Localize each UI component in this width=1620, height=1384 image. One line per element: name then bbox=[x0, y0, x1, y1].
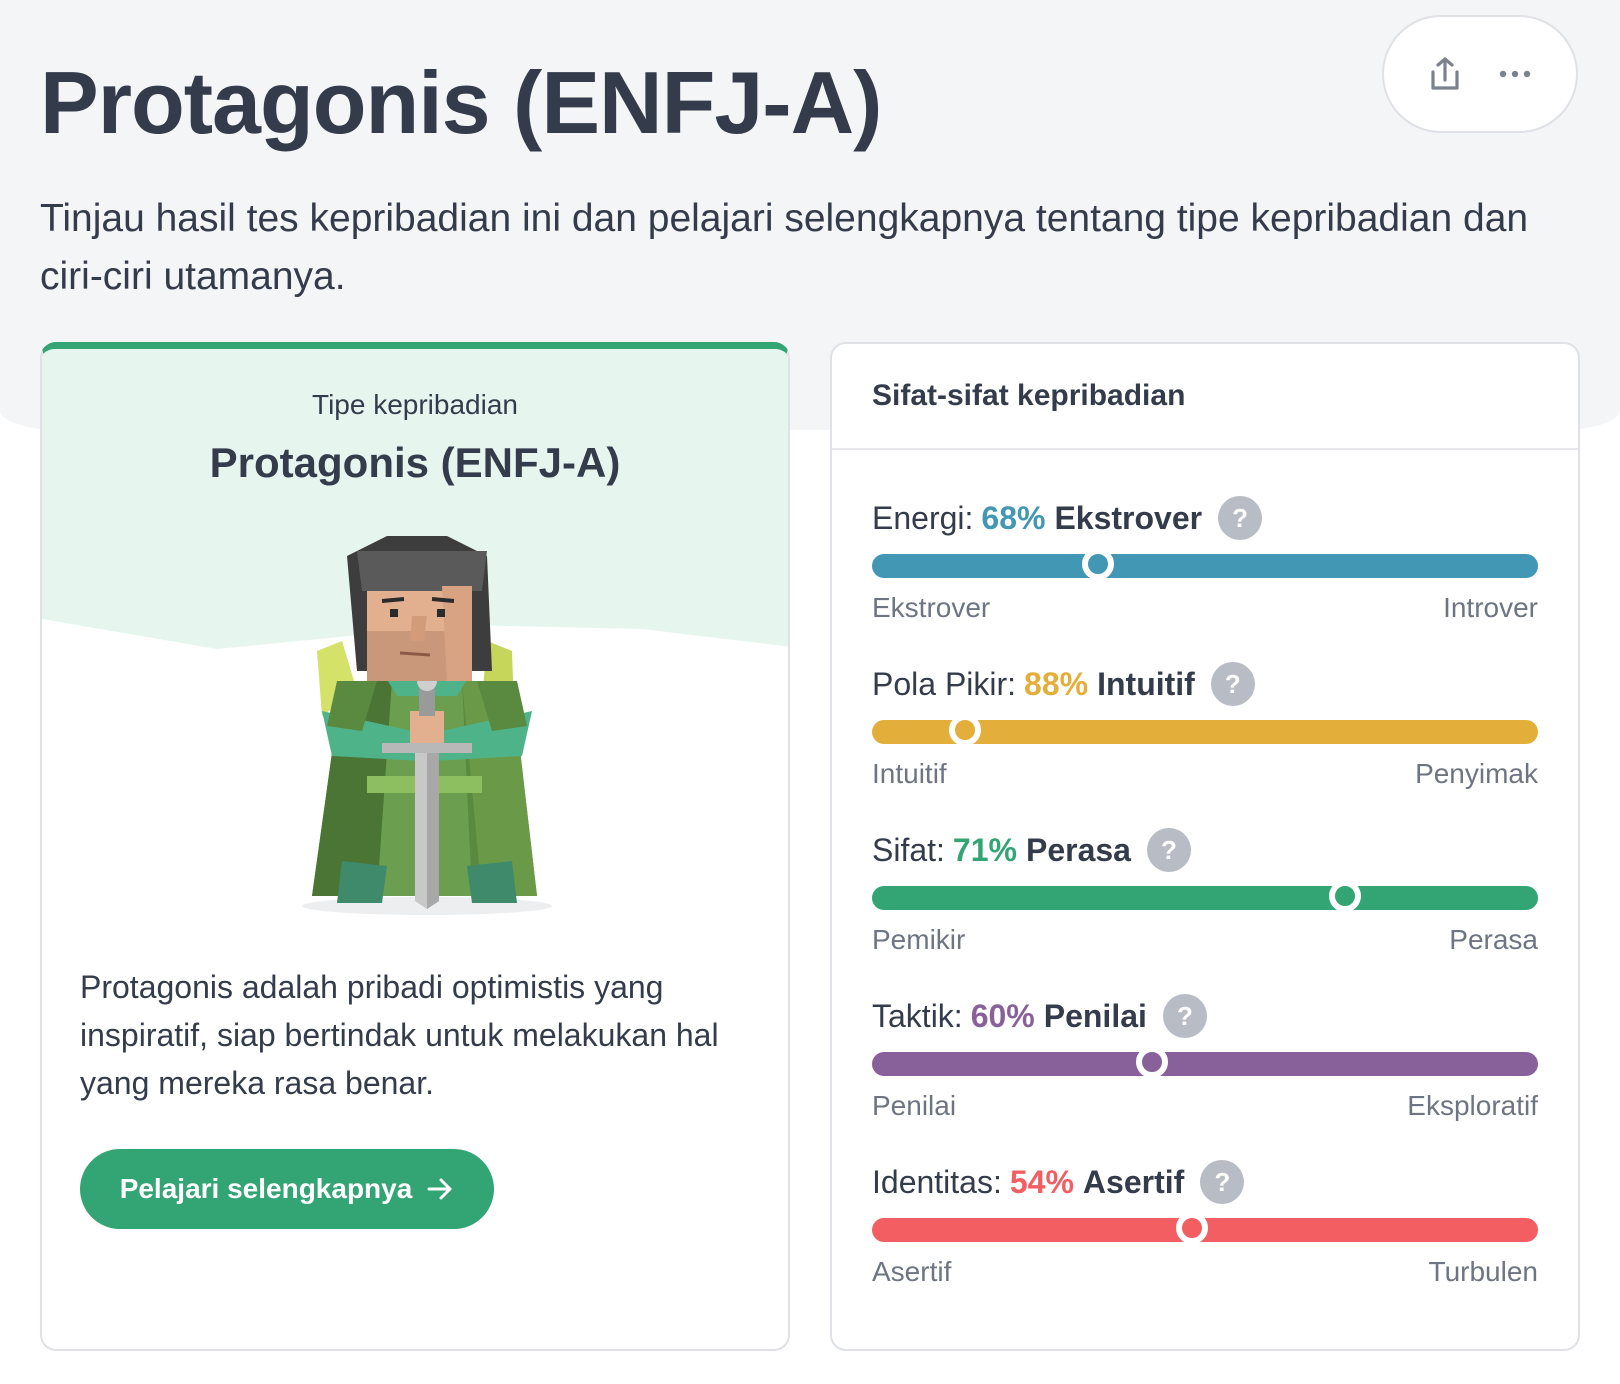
trait-right-pole: Perasa bbox=[1449, 924, 1538, 955]
trait-slider-knob[interactable] bbox=[1328, 880, 1361, 912]
more-horizontal-icon bbox=[1499, 70, 1531, 78]
trait-dominant: Penilai bbox=[1043, 997, 1147, 1034]
trait-right-pole: Turbulen bbox=[1428, 1256, 1538, 1287]
trait-slider-knob[interactable] bbox=[1082, 548, 1115, 580]
trait-percent: 68% bbox=[981, 499, 1046, 536]
trait-slider-knob[interactable] bbox=[949, 714, 982, 746]
help-icon[interactable]: ? bbox=[1146, 828, 1191, 872]
trait-label: Energi: bbox=[872, 499, 974, 536]
trait-percent: 71% bbox=[952, 831, 1017, 868]
personality-type-card: Tipe kepribadian Protagonis (ENFJ-A) Pro… bbox=[40, 342, 790, 1351]
share-icon bbox=[1431, 57, 1459, 90]
type-name: Protagonis (ENFJ-A) bbox=[209, 439, 621, 486]
trait-label: Pola Pikir: bbox=[872, 665, 1017, 702]
trait-nature: Sifat: 71% Perasa ? Pemikir Perasa bbox=[872, 826, 1538, 976]
trait-slider-track bbox=[872, 714, 1538, 746]
trait-label: Taktik: bbox=[872, 997, 963, 1034]
trait-label: Sifat: bbox=[872, 831, 945, 868]
help-icon[interactable]: ? bbox=[1210, 662, 1255, 706]
trait-dominant: Asertif bbox=[1082, 1163, 1185, 1200]
share-button[interactable] bbox=[1417, 46, 1473, 102]
trait-percent: 88% bbox=[1024, 665, 1089, 702]
trait-slider-knob[interactable] bbox=[1175, 1212, 1208, 1244]
traits-title: Sifat-sifat kepribadian bbox=[832, 344, 1578, 450]
learn-more-button[interactable]: Pelajari selengkapnya bbox=[80, 1149, 494, 1229]
help-icon[interactable]: ? bbox=[1218, 496, 1263, 540]
page-subtitle: Tinjau hasil tes kepribadian ini dan pel… bbox=[40, 197, 1529, 298]
trait-energy: Energi: 68% Ekstrover ? Ekstrover Introv… bbox=[872, 494, 1538, 644]
trait-slider-knob[interactable] bbox=[1135, 1046, 1168, 1078]
trait-right-pole: Introver bbox=[1443, 592, 1538, 623]
trait-percent: 60% bbox=[970, 997, 1035, 1034]
more-button[interactable] bbox=[1487, 46, 1543, 102]
header-actions bbox=[1382, 15, 1578, 133]
trait-left-pole: Ekstrover bbox=[872, 592, 991, 623]
learn-more-label: Pelajari selengkapnya bbox=[119, 1173, 413, 1204]
trait-mind: Pola Pikir: 88% Intuitif ? Intuitif Peny… bbox=[872, 660, 1538, 810]
page-title: Protagonis (ENFJ-A) bbox=[40, 53, 882, 152]
trait-dominant: Intuitif bbox=[1097, 665, 1195, 702]
trait-identity: Identitas: 54% Asertif ? Asertif Turbule… bbox=[872, 1158, 1538, 1308]
trait-left-pole: Intuitif bbox=[872, 758, 947, 789]
trait-left-pole: Pemikir bbox=[872, 924, 966, 955]
protagonist-character-illustration bbox=[302, 536, 552, 915]
trait-slider-track bbox=[872, 1212, 1538, 1244]
trait-slider-track bbox=[872, 548, 1538, 580]
help-icon[interactable]: ? bbox=[1162, 994, 1207, 1038]
trait-tactics: Taktik: 60% Penilai ? Penilai Eksplorati… bbox=[872, 992, 1538, 1142]
type-description: Protagonis adalah pribadi optimistis yan… bbox=[80, 969, 719, 1101]
trait-percent: 54% bbox=[1009, 1163, 1074, 1200]
help-icon[interactable]: ? bbox=[1200, 1160, 1245, 1204]
type-label: Tipe kepribadian bbox=[312, 389, 518, 420]
trait-dominant: Perasa bbox=[1025, 831, 1131, 868]
trait-right-pole: Penyimak bbox=[1415, 758, 1538, 789]
arrow-right-icon bbox=[427, 1178, 452, 1200]
trait-slider-track bbox=[872, 1046, 1538, 1078]
trait-left-pole: Penilai bbox=[872, 1090, 957, 1121]
trait-label: Identitas: bbox=[872, 1163, 1002, 1200]
trait-left-pole: Asertif bbox=[872, 1256, 952, 1287]
trait-slider-track bbox=[872, 880, 1538, 912]
trait-dominant: Ekstrover bbox=[1054, 499, 1203, 536]
trait-right-pole: Eksploratif bbox=[1407, 1090, 1538, 1121]
personality-traits-card: Sifat-sifat kepribadian Energi: 68% Ekst… bbox=[830, 342, 1580, 1351]
